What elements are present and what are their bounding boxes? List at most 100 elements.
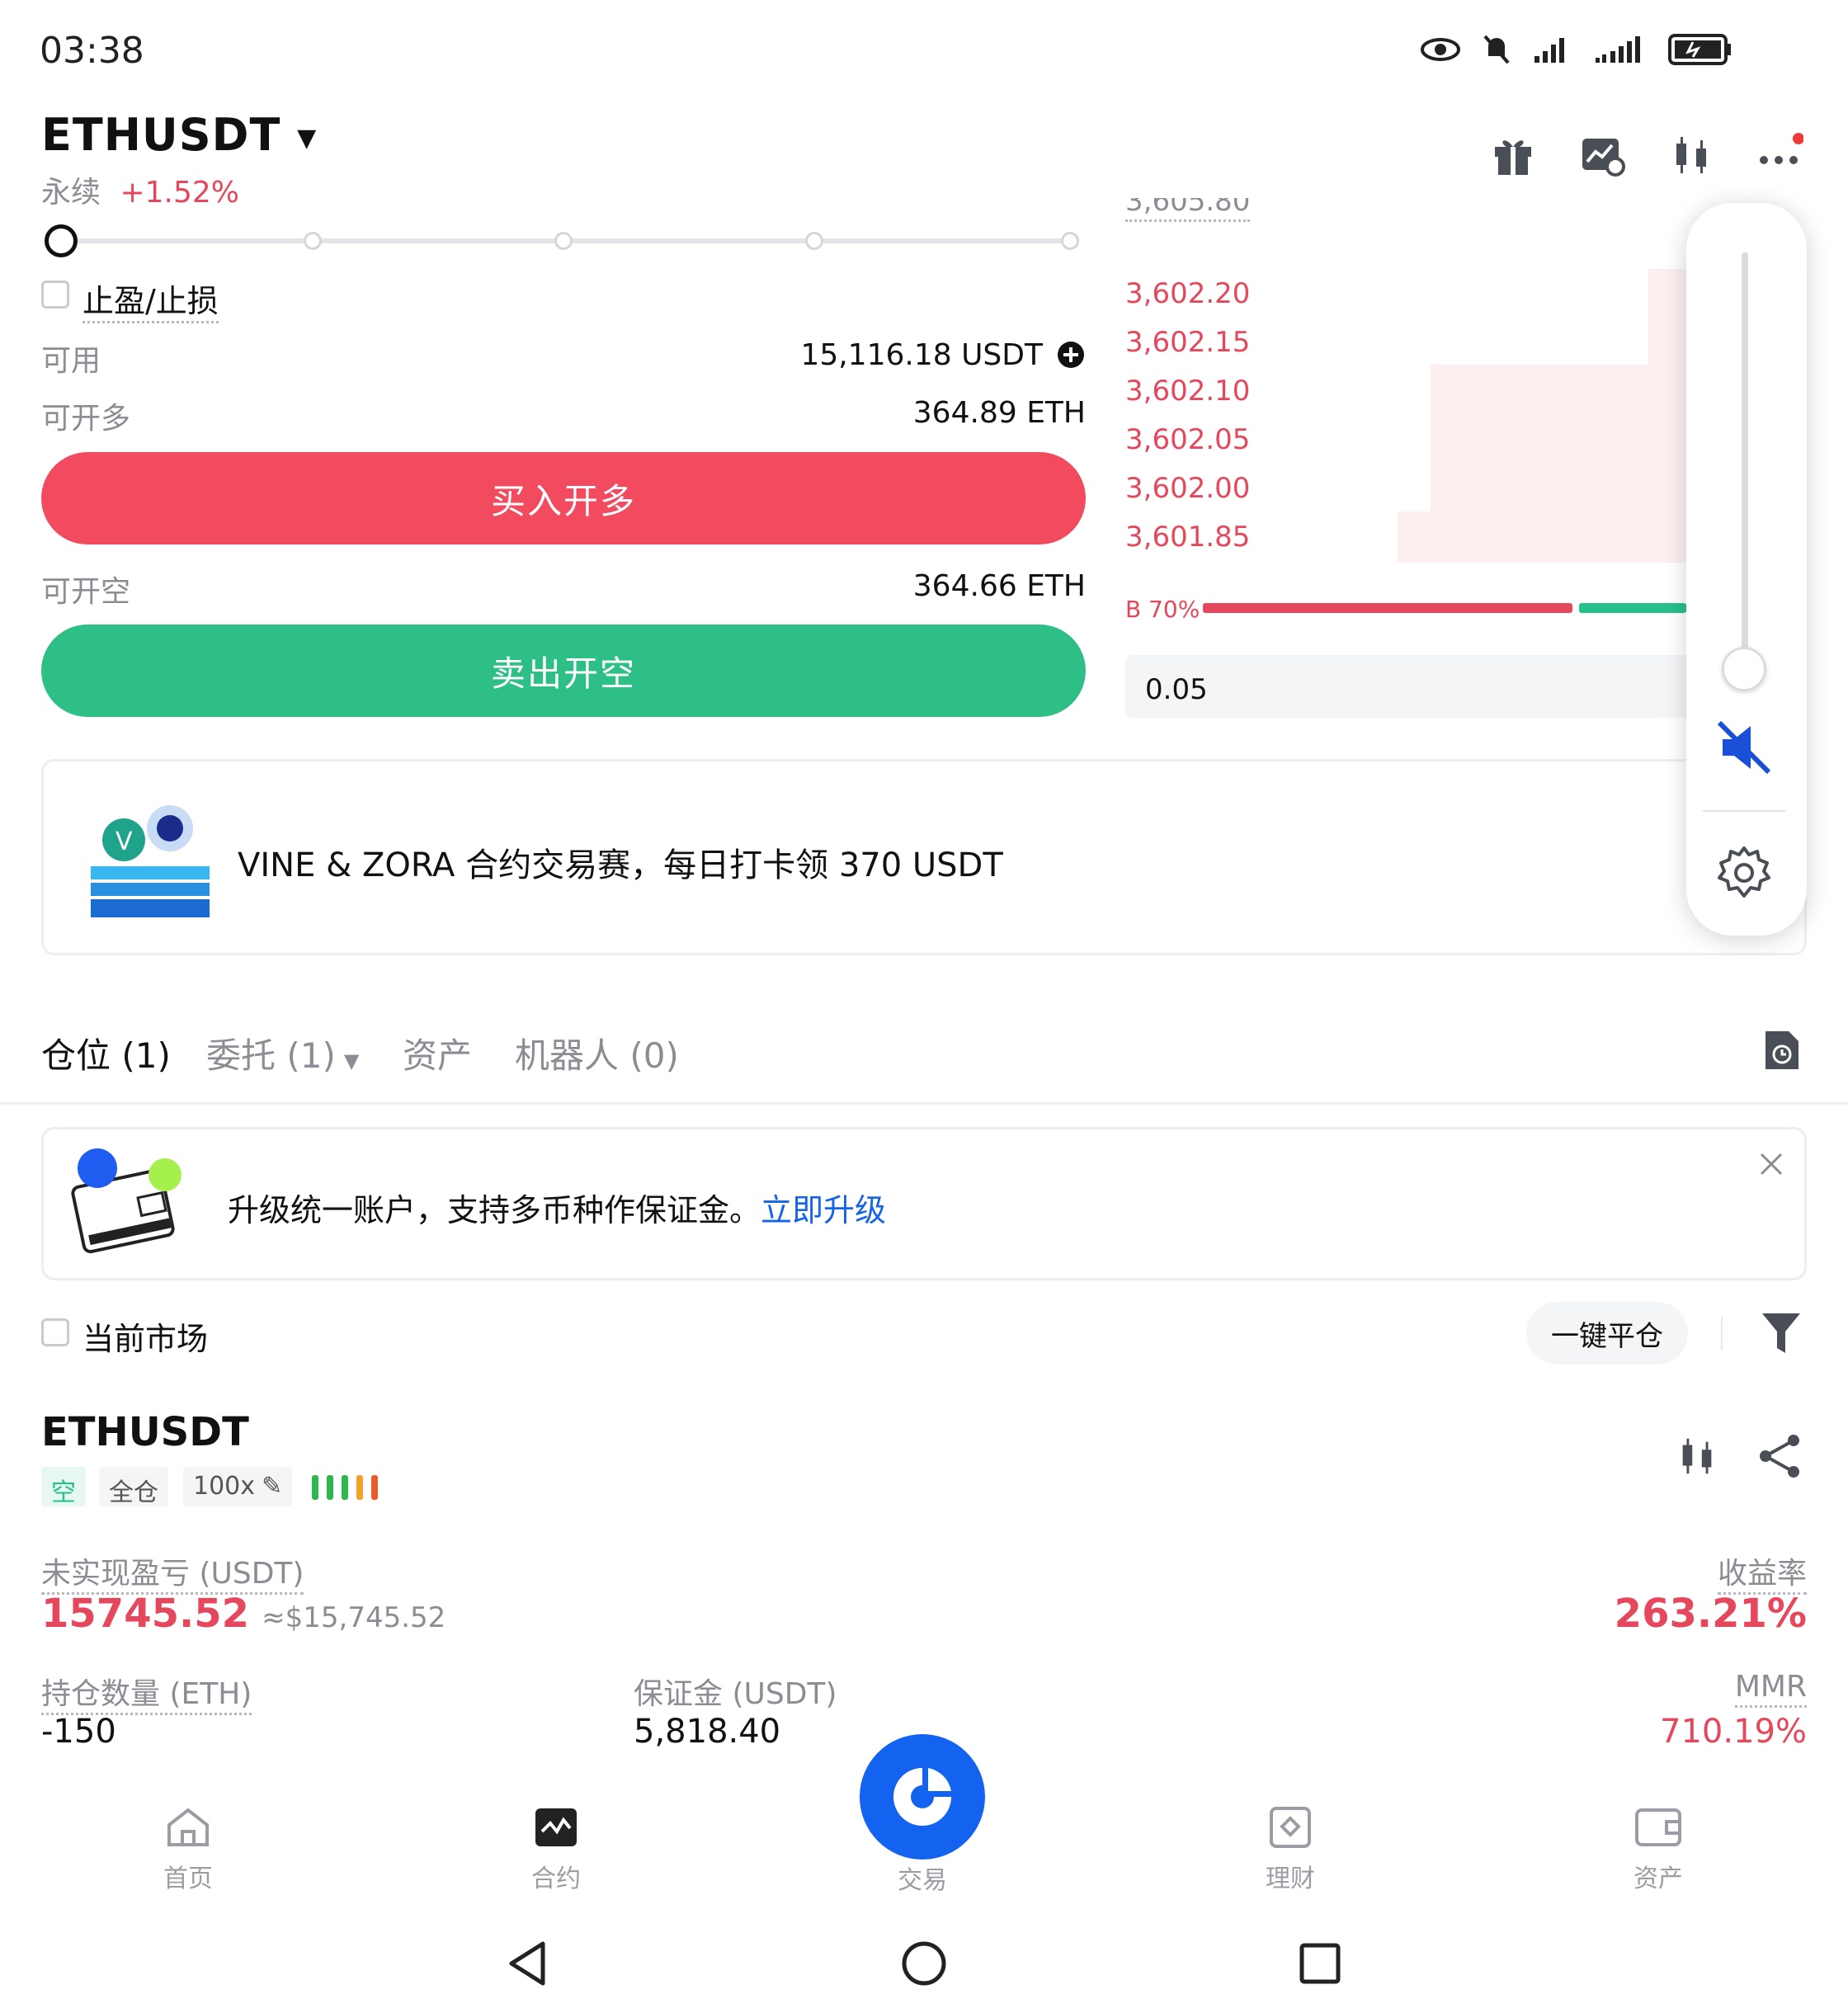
home-nav-icon[interactable] — [899, 1939, 949, 1988]
slider-tick-100[interactable] — [1061, 232, 1079, 250]
nav-earn[interactable]: 理财 — [1208, 1807, 1373, 1894]
available-value: 15,116.18 USDT — [800, 338, 1043, 372]
tab-positions[interactable]: 仓位 (1) — [41, 1028, 171, 1078]
precision-select[interactable]: 0.05 — [1125, 655, 1703, 718]
margin-label: 保证金 (USDT) — [634, 1677, 837, 1711]
filter-icon[interactable] — [1761, 1312, 1802, 1355]
sell-ratio-bar — [1579, 603, 1686, 613]
earn-icon — [1270, 1807, 1311, 1848]
trade-icon — [893, 1768, 951, 1826]
close-all-button[interactable]: 一键平仓 — [1526, 1302, 1688, 1365]
signal-2-icon — [1596, 36, 1640, 63]
leverage-badge[interactable]: 100x ✎ — [183, 1467, 293, 1506]
depth-bar — [1431, 365, 1648, 563]
status-time: 03:38 — [40, 30, 144, 72]
gift-icon[interactable] — [1490, 132, 1536, 178]
slider-tick-75[interactable] — [805, 232, 823, 250]
can-long-value: 364.89 ETH — [912, 396, 1086, 430]
unrealized-pnl-usd: ≈$15,745.52 — [262, 1601, 446, 1634]
volume-slider-knob[interactable] — [1722, 647, 1766, 691]
header-actions — [1490, 132, 1803, 178]
ask-price[interactable]: 3,602.15 — [1125, 326, 1250, 359]
available-label: 可用 — [41, 344, 101, 378]
mmr-value: 710.19% — [1660, 1713, 1807, 1751]
side-badge: 空 — [41, 1467, 86, 1507]
position-size-value: -150 — [41, 1713, 116, 1751]
candlestick-icon[interactable] — [1668, 132, 1714, 178]
price-change: +1.52% — [120, 176, 239, 210]
promo-text[interactable]: VINE & ZORA 合约交易赛，每日打卡领 370 USDT — [238, 838, 1003, 886]
current-market-label[interactable]: 当前市场 — [82, 1313, 208, 1359]
futures-icon — [535, 1808, 577, 1846]
divider — [1721, 1317, 1723, 1350]
upgrade-now-link[interactable]: 立即升级 — [761, 1192, 886, 1228]
edit-icon: ✎ — [262, 1472, 283, 1501]
can-long-label: 可开多 — [41, 402, 131, 436]
ask-price[interactable]: 3,602.10 — [1125, 375, 1250, 408]
nav-trade-label[interactable]: 交易 — [840, 1860, 1005, 1896]
back-nav-icon[interactable] — [503, 1939, 553, 1988]
wallet-illustration-icon — [71, 1148, 182, 1254]
mute-bell-icon — [1483, 35, 1510, 64]
tab-assets[interactable]: 资产 — [403, 1028, 472, 1078]
buy-ratio-label: B 70% — [1125, 596, 1200, 623]
transfer-plus-icon[interactable] — [1056, 340, 1086, 370]
position-size-label: 持仓数量 (ETH) — [41, 1670, 252, 1715]
status-icons — [1421, 33, 1732, 66]
candlestick-icon[interactable] — [1675, 1434, 1719, 1478]
volume-divider — [1703, 810, 1785, 812]
margin-mode-badge: 全仓 — [99, 1467, 168, 1507]
share-icon[interactable] — [1757, 1434, 1803, 1478]
ask-price[interactable]: 3,602.00 — [1125, 472, 1250, 505]
symbol-title: ETHUSDT — [41, 109, 281, 161]
slider-tick-50[interactable] — [554, 232, 573, 250]
roi-value: 263.21% — [1614, 1591, 1807, 1637]
depth-bar — [1648, 269, 1686, 563]
buy-ratio-bar — [1203, 603, 1572, 613]
caret-down-icon: ▼ — [297, 123, 318, 153]
order-history-icon[interactable] — [1762, 1028, 1802, 1072]
nav-home[interactable]: 首页 — [106, 1807, 271, 1894]
volume-slider-track[interactable] — [1742, 252, 1748, 665]
can-short-label: 可开空 — [41, 575, 131, 609]
buy-long-button[interactable]: 买入开多 — [41, 452, 1086, 544]
eye-icon — [1421, 38, 1460, 61]
battery-icon — [1668, 34, 1731, 65]
roi-label: 收益率 — [1717, 1549, 1807, 1595]
tp-sl-checkbox[interactable] — [41, 280, 69, 309]
nav-assets[interactable]: 资产 — [1576, 1807, 1741, 1894]
tp-sl-label[interactable]: 止盈/止损 — [82, 276, 219, 323]
ask-price[interactable]: 3,601.85 — [1125, 521, 1250, 554]
slider-tick-25[interactable] — [304, 232, 322, 250]
symbol-selector[interactable]: ETHUSDT ▼ — [41, 109, 317, 161]
current-market-checkbox[interactable] — [41, 1318, 69, 1346]
tabs-divider — [0, 1102, 1848, 1105]
ask-price[interactable]: 3,602.20 — [1125, 277, 1250, 310]
mute-speaker-icon[interactable] — [1714, 718, 1774, 777]
contract-type: 永续 — [41, 176, 101, 210]
settings-gear-icon[interactable] — [1716, 845, 1772, 901]
ask-price[interactable]: 3,602.05 — [1125, 423, 1250, 456]
recents-nav-icon[interactable] — [1295, 1939, 1345, 1988]
upgrade-notice-text: 升级统一账户，支持多币种作保证金。立即升级 — [228, 1192, 887, 1228]
depth-bar — [1398, 512, 1431, 563]
more-icon[interactable] — [1757, 132, 1803, 178]
tab-orders[interactable]: 委托 (1) ▼ — [206, 1028, 359, 1078]
close-icon[interactable] — [1759, 1152, 1784, 1176]
tab-bots[interactable]: 机器人 (0) — [515, 1028, 679, 1078]
adl-indicator-icon — [312, 1475, 378, 1500]
mmr-label: MMR — [1734, 1670, 1807, 1708]
slider-knob[interactable] — [45, 224, 78, 257]
wallet-icon — [1635, 1808, 1681, 1846]
can-short-value: 364.66 ETH — [912, 569, 1086, 603]
nav-futures[interactable]: 合约 — [474, 1807, 639, 1894]
sell-short-button[interactable]: 卖出开空 — [41, 625, 1086, 717]
signal-icon — [1534, 38, 1564, 63]
position-symbol[interactable]: ETHUSDT — [41, 1409, 249, 1455]
chart-settings-icon[interactable] — [1579, 132, 1625, 178]
unrealized-pnl-value: 15745.52 — [41, 1591, 250, 1637]
svg-text:V: V — [116, 827, 133, 856]
unrealized-pnl-label: 未实现盈亏 (USDT) — [41, 1549, 304, 1595]
promo-illustration-icon: V — [91, 805, 210, 917]
trade-fab-button[interactable] — [860, 1734, 985, 1860]
